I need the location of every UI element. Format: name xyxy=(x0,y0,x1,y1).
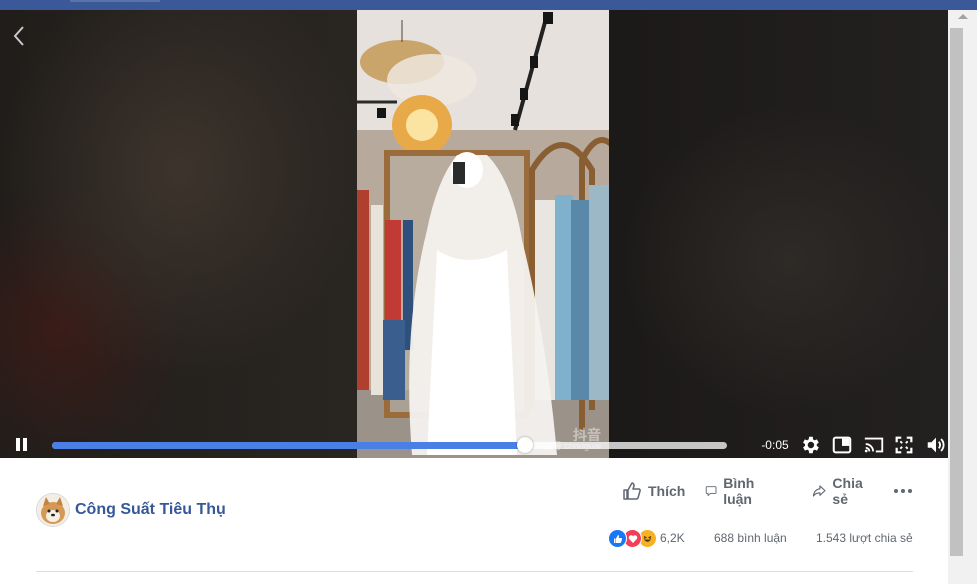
video-frame[interactable]: 抖音 抖音号:chouguai xyxy=(357,10,609,458)
fullscreen-icon[interactable] xyxy=(893,434,915,456)
comment-count[interactable]: 688 bình luận xyxy=(714,531,787,545)
comment-button[interactable]: Bình luận xyxy=(705,475,762,507)
like-button[interactable]: Thích xyxy=(622,478,685,504)
channel-info: Công Suất Tiêu Thụ xyxy=(36,493,226,527)
picture-in-picture-icon[interactable] xyxy=(831,434,853,456)
share-count[interactable]: 1.543 lượt chia sẻ xyxy=(816,531,913,545)
video-scene xyxy=(357,10,609,458)
volume-icon[interactable] xyxy=(925,434,947,456)
scroll-up-icon[interactable] xyxy=(958,14,968,19)
share-icon xyxy=(812,485,826,497)
nav-bar-remnant xyxy=(70,0,160,2)
avatar-image xyxy=(37,494,69,526)
progress-knob[interactable] xyxy=(516,437,533,453)
top-nav-bar xyxy=(0,0,977,10)
video-player[interactable]: 抖音 抖音号:chouguai -0:05 xyxy=(0,10,948,458)
divider xyxy=(36,571,913,572)
avatar[interactable] xyxy=(36,493,70,527)
player-controls: -0:05 xyxy=(0,430,948,458)
channel-name[interactable]: Công Suất Tiêu Thụ xyxy=(75,501,226,519)
comment-icon xyxy=(705,486,717,497)
progress-track[interactable] xyxy=(52,437,727,453)
reaction-icons[interactable] xyxy=(608,529,660,548)
like-icon xyxy=(608,529,627,548)
like-label: Thích xyxy=(648,483,686,499)
chevron-left-icon[interactable] xyxy=(10,24,30,48)
cast-icon[interactable] xyxy=(863,434,885,456)
time-remaining: -0:05 xyxy=(761,438,789,452)
thumbs-up-icon xyxy=(623,482,641,500)
comment-label: Bình luận xyxy=(723,475,755,507)
progress-fill xyxy=(52,442,525,449)
share-button[interactable]: Chia sẻ xyxy=(812,475,868,507)
reaction-count[interactable]: 6,2K xyxy=(660,531,685,545)
pause-icon[interactable] xyxy=(14,438,30,452)
scrollbar-thumb[interactable] xyxy=(950,28,963,556)
scrollbar[interactable] xyxy=(948,10,977,584)
share-label: Chia sẻ xyxy=(832,475,863,507)
more-options-icon[interactable] xyxy=(894,478,915,504)
gear-icon[interactable] xyxy=(799,434,821,456)
